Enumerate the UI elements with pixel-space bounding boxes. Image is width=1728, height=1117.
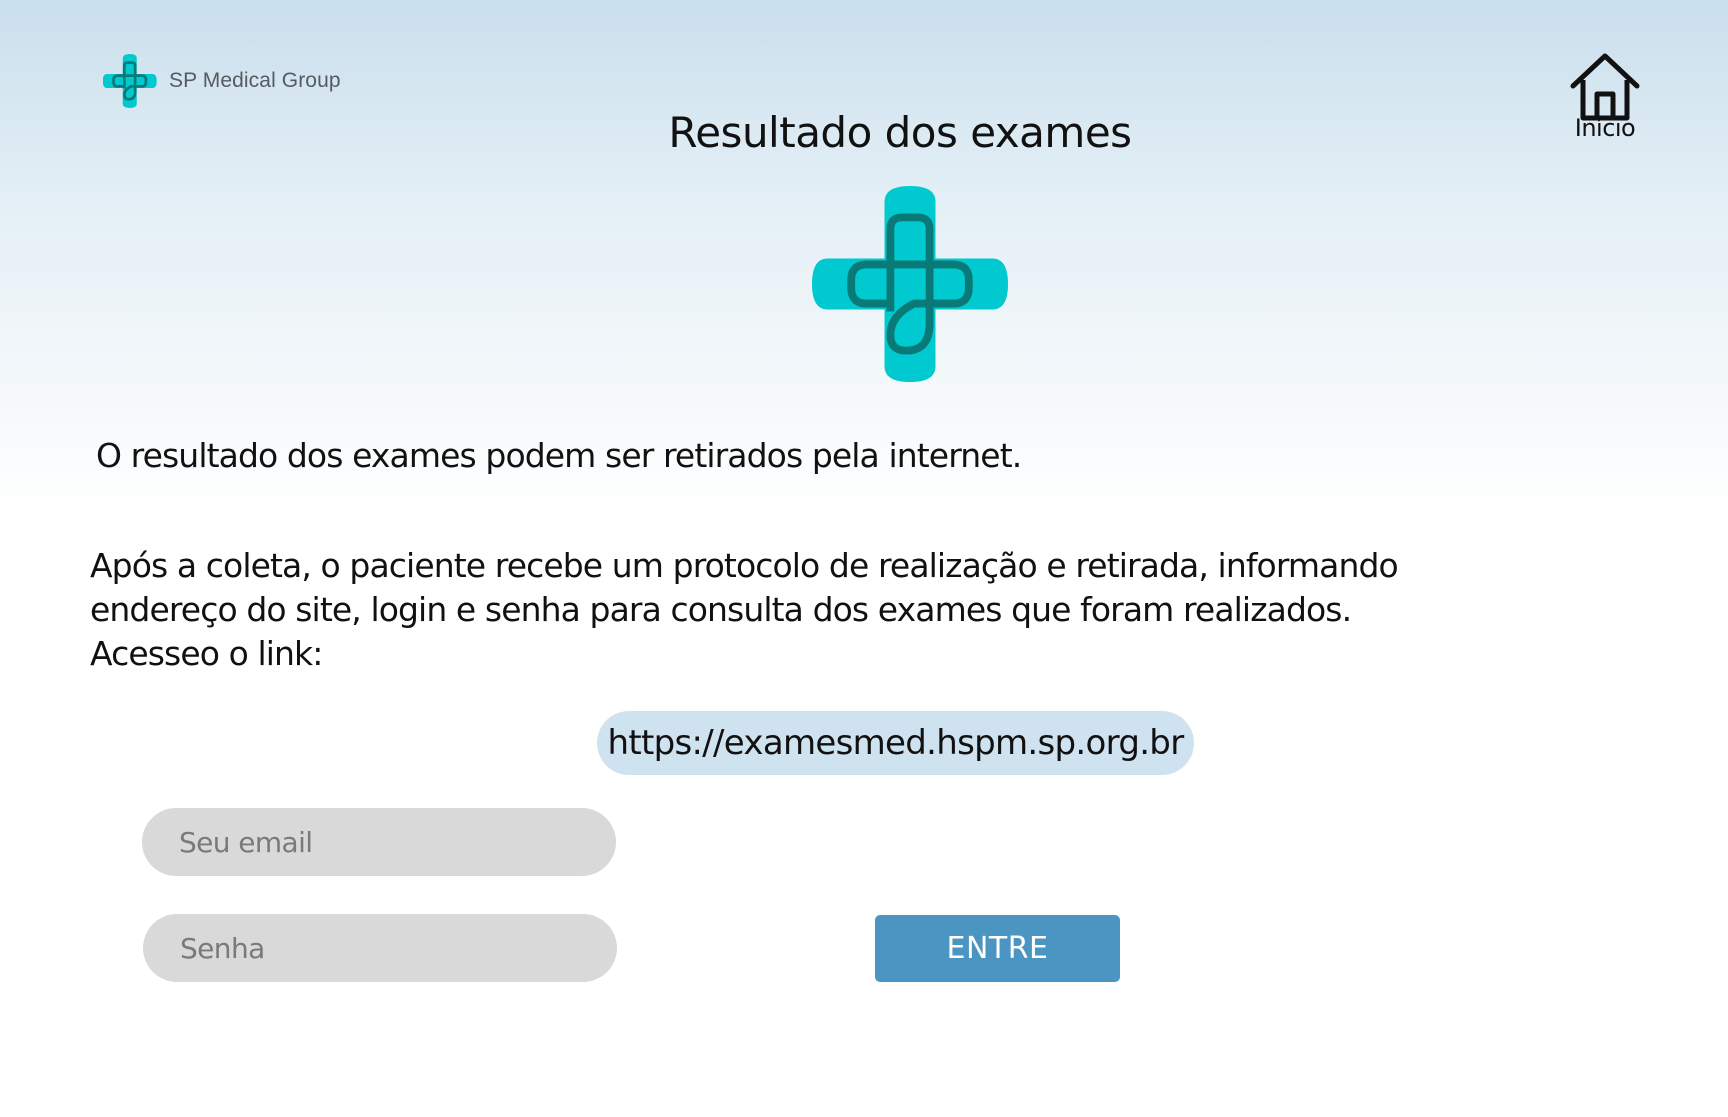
password-field[interactable] bbox=[143, 914, 617, 982]
instructions-line: Acesseo o link: bbox=[90, 634, 323, 673]
email-field[interactable] bbox=[142, 808, 616, 876]
instructions-line: endereço do site, login e senha para con… bbox=[90, 590, 1352, 629]
page-title: Resultado dos exames bbox=[668, 108, 1132, 157]
brand[interactable]: SP Medical Group bbox=[103, 54, 341, 108]
home-link[interactable]: Início bbox=[1565, 52, 1645, 148]
home-label: Início bbox=[1574, 114, 1636, 142]
medical-cross-logo-icon bbox=[103, 54, 157, 108]
intro-text: O resultado dos exames podem ser retirad… bbox=[96, 436, 1022, 475]
instructions-line: Após a coleta, o paciente recebe um prot… bbox=[90, 546, 1399, 585]
enter-button[interactable]: ENTRE bbox=[875, 915, 1120, 982]
home-icon bbox=[1570, 53, 1640, 121]
exam-results-link[interactable]: https://examesmed.hspm.sp.org.br bbox=[597, 711, 1194, 775]
medical-cross-hero-icon bbox=[812, 186, 1008, 382]
instructions-text: Após a coleta, o paciente recebe um prot… bbox=[90, 544, 1490, 676]
brand-name: SP Medical Group bbox=[169, 69, 341, 92]
